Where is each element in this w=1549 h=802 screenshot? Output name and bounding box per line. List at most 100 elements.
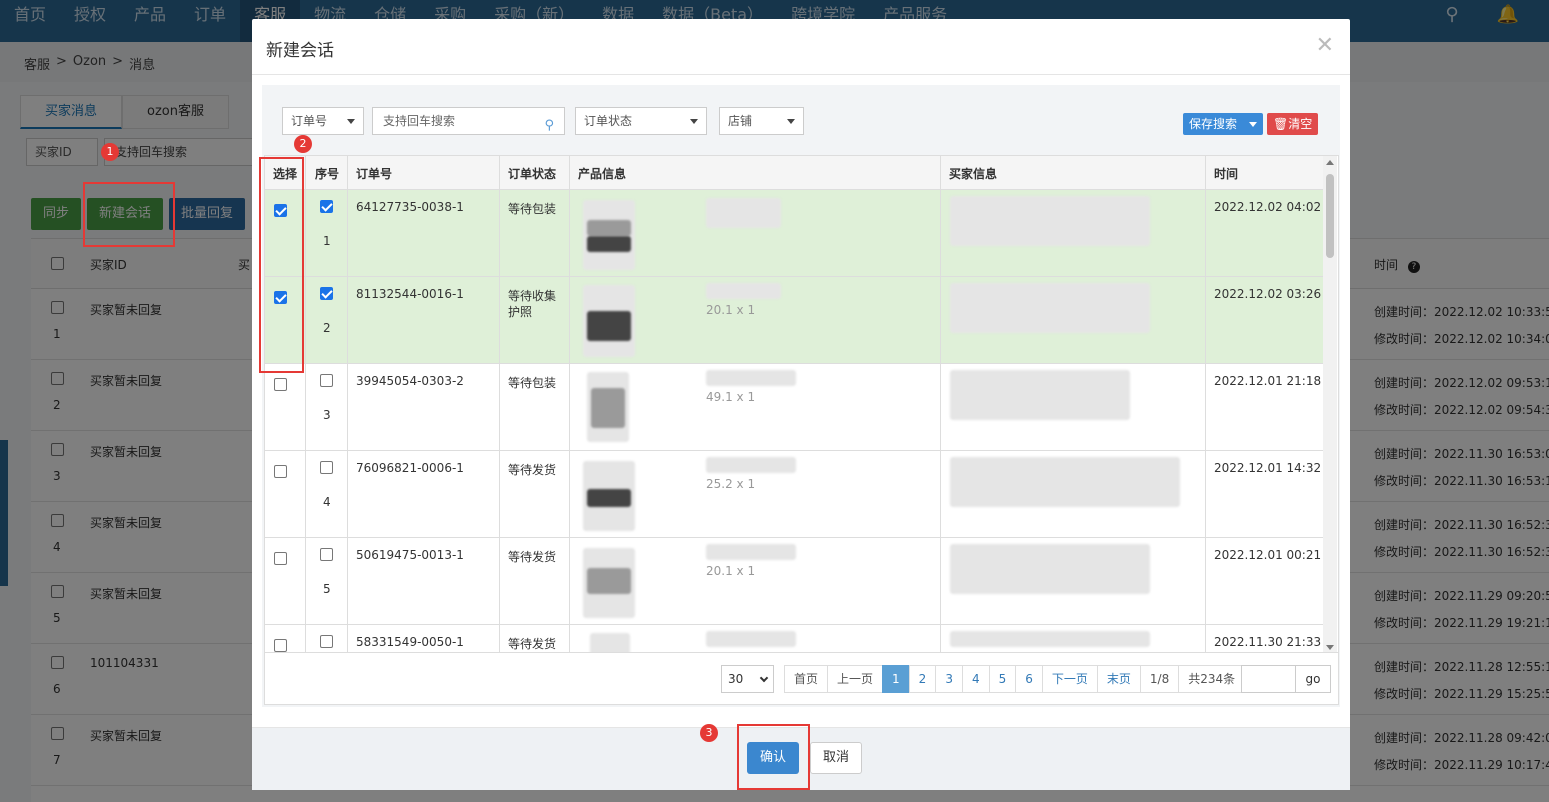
product-text: [706, 283, 781, 299]
scroll-up-icon[interactable]: [1326, 160, 1334, 165]
row-index: 1: [323, 234, 331, 248]
next-page-button[interactable]: 下一页: [1041, 665, 1098, 693]
table-row[interactable]: 4 76096821-0006-1 等待发货 25.2 x 1 2022.12.…: [265, 451, 1325, 538]
product-qty: 20.1 x 1: [706, 303, 756, 317]
prev-page-button[interactable]: 上一页: [827, 665, 884, 693]
page-size-select[interactable]: 30: [721, 665, 774, 693]
page-links: 首页 上一页 1 2 3 4 5 6 下一页 末页 1/8 共234条: [784, 665, 1246, 693]
first-page-button[interactable]: 首页: [784, 665, 829, 693]
order-status-select[interactable]: 订单状态: [575, 107, 707, 135]
save-search-label: 保存搜索: [1189, 117, 1238, 131]
buyer-info: [950, 457, 1180, 507]
shop-select-label: 店铺: [728, 114, 753, 128]
buyer-info: [950, 196, 1150, 246]
pagination: 30 首页 上一页 1 2 3 4 5 6 下一页 末页 1/8 共234条 g…: [264, 653, 1339, 705]
order-search-placeholder: 支持回车搜索: [383, 114, 456, 128]
modal-body: 订单号 支持回车搜索 ⚲ 订单状态 店铺 保存搜索 🗑清空 选择 序号 订单号 订…: [262, 85, 1340, 707]
page-size-value: 30: [728, 672, 744, 686]
order-status: 等待发货: [508, 550, 557, 564]
product-text: [706, 544, 796, 560]
last-page-button[interactable]: 末页: [1096, 665, 1141, 693]
order-status-line2: 护照: [508, 305, 533, 319]
scroll-down-icon[interactable]: [1326, 645, 1334, 650]
row-checkbox[interactable]: [320, 548, 333, 561]
table-row[interactable]: 58331549-0050-1 等待发货 2022.11.30 21:33: [265, 625, 1325, 652]
order-search-input[interactable]: 支持回车搜索 ⚲: [372, 107, 565, 135]
order-table: 选择 序号 订单号 订单状态 产品信息 买家信息 时间 1 64127735-0…: [264, 155, 1339, 653]
table-row[interactable]: 5 50619475-0013-1 等待发货 20.1 x 1 2022.12.…: [265, 538, 1325, 625]
cancel-button[interactable]: 取消: [810, 742, 862, 774]
highlight-confirm: [737, 724, 810, 790]
order-no-select[interactable]: 订单号: [282, 107, 364, 135]
page-1-button[interactable]: 1: [882, 665, 910, 693]
order-no: 76096821-0006-1: [356, 461, 464, 475]
row-checkbox[interactable]: [320, 287, 333, 300]
close-icon[interactable]: ✕: [1316, 33, 1334, 58]
chevron-down-icon: [787, 119, 795, 124]
highlight-select-column: [259, 157, 304, 373]
row-checkbox[interactable]: [320, 200, 333, 213]
table-row[interactable]: 3 39945054-0303-2 等待包装 49.1 x 1 2022.12.…: [265, 364, 1325, 451]
header-buyer: 买家信息: [949, 167, 998, 181]
row-index: 3: [323, 408, 331, 422]
product-image-detail: [587, 568, 631, 594]
chevron-down-icon[interactable]: [1249, 121, 1258, 127]
order-status: 等待发货: [508, 463, 557, 477]
page-3-button[interactable]: 3: [935, 665, 963, 693]
save-search-group: 保存搜索 🗑清空: [1183, 113, 1319, 135]
page-2-button[interactable]: 2: [908, 665, 937, 693]
trash-icon: 🗑: [1273, 117, 1289, 131]
header-status: 订单状态: [508, 167, 557, 181]
search-icon[interactable]: ⚲: [544, 113, 554, 139]
chevron-down-icon: [759, 673, 769, 683]
table-row[interactable]: 2 81132544-0016-1 等待收集 护照 20.1 x 1 2022.…: [265, 277, 1325, 364]
product-qty: 49.1 x 1: [706, 390, 756, 404]
select-checkbox[interactable]: [274, 378, 287, 391]
page-5-button[interactable]: 5: [988, 665, 1017, 693]
order-time: 2022.12.01 21:18: [1214, 374, 1322, 388]
page-4-button[interactable]: 4: [961, 665, 990, 693]
highlight-new-session: [83, 182, 175, 247]
goto-button[interactable]: go: [1295, 665, 1331, 693]
order-time: 2022.12.01 00:21: [1214, 548, 1322, 562]
order-no-select-label: 订单号: [291, 114, 328, 128]
goto-page-input[interactable]: [1241, 665, 1296, 693]
total-count: 共234条: [1178, 665, 1246, 693]
modal-title: 新建会话: [266, 41, 334, 61]
column-divider: [499, 156, 500, 652]
clear-button[interactable]: 🗑清空: [1267, 113, 1319, 135]
page-6-button[interactable]: 6: [1015, 665, 1043, 693]
table-row[interactable]: 1 64127735-0038-1 等待包装 2022.12.02 04:02: [265, 190, 1325, 277]
column-divider: [305, 156, 306, 652]
column-divider: [347, 156, 348, 652]
product-image: [590, 633, 630, 652]
order-no: 58331549-0050-1: [356, 635, 464, 649]
table-scrollbar[interactable]: [1323, 156, 1337, 652]
select-checkbox[interactable]: [274, 639, 287, 652]
order-no: 64127735-0038-1: [356, 200, 464, 214]
clear-label: 清空: [1288, 117, 1313, 131]
shop-select[interactable]: 店铺: [719, 107, 804, 135]
product-text: [706, 457, 796, 473]
order-status-select-label: 订单状态: [584, 114, 633, 128]
column-divider: [1205, 156, 1206, 652]
header-time: 时间: [1214, 167, 1239, 181]
order-table-header: 选择 序号 订单号 订单状态 产品信息 买家信息 时间: [265, 156, 1325, 190]
save-search-button[interactable]: 保存搜索: [1183, 113, 1264, 135]
row-index: 2: [323, 321, 331, 335]
header-order-no: 订单号: [356, 167, 393, 181]
product-qty: 20.1 x 1: [706, 564, 756, 578]
select-checkbox[interactable]: [274, 552, 287, 565]
product-qty: 25.2 x 1: [706, 477, 756, 491]
select-checkbox[interactable]: [274, 465, 287, 478]
scroll-thumb[interactable]: [1326, 174, 1334, 258]
step-badge-2: 2: [294, 135, 312, 153]
row-checkbox[interactable]: [320, 635, 333, 648]
row-checkbox[interactable]: [320, 374, 333, 387]
order-no: 39945054-0303-2: [356, 374, 464, 388]
row-checkbox[interactable]: [320, 461, 333, 474]
product-text: [706, 198, 781, 228]
order-time: 2022.12.01 14:32: [1214, 461, 1322, 475]
step-badge-1: 1: [101, 143, 119, 161]
order-time: 2022.12.02 04:02: [1214, 200, 1322, 214]
